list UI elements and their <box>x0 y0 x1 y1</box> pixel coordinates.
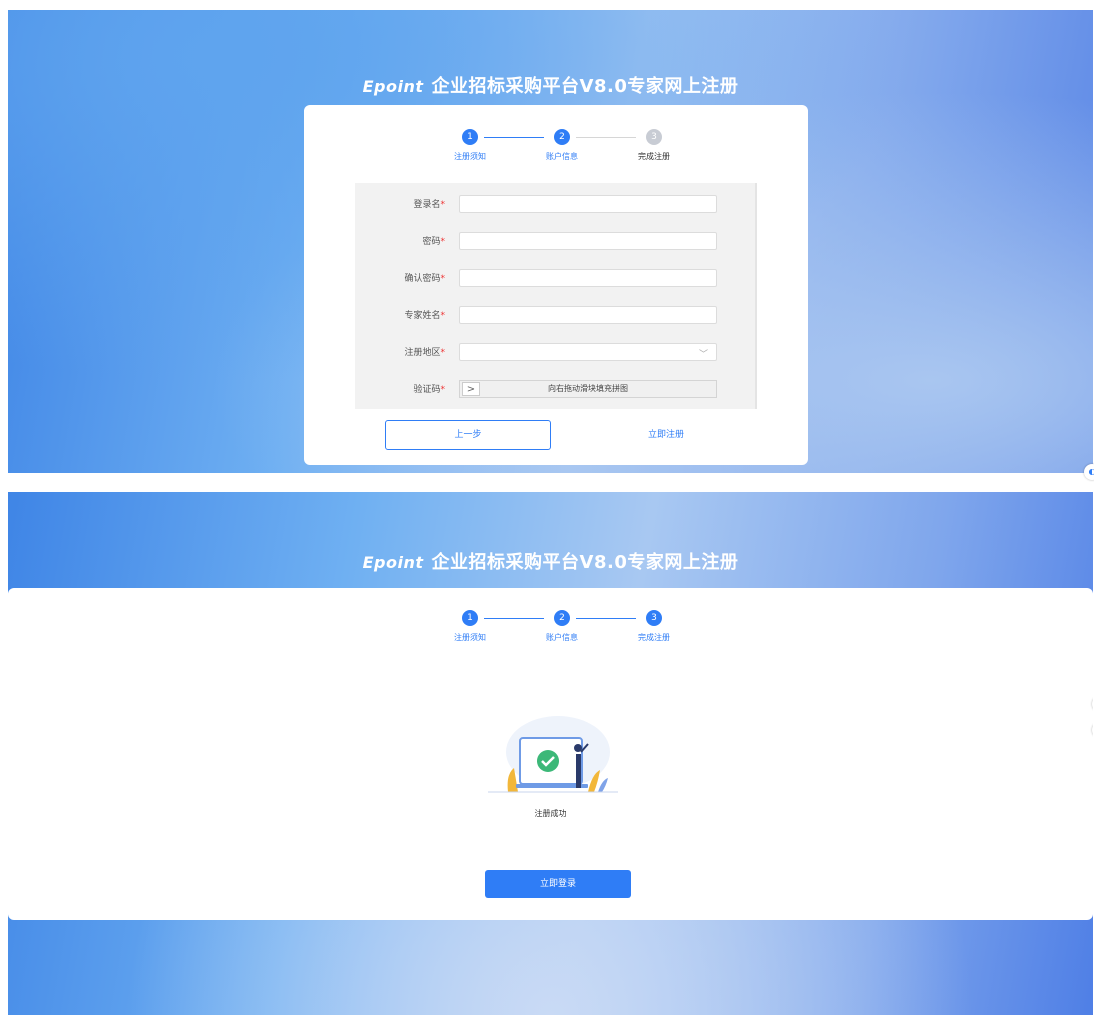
step-progress: 1 注册须知 2 账户信息 3 完成注册 <box>440 129 680 169</box>
register-now-button[interactable]: 立即注册 <box>591 420 741 450</box>
epoint-logo: Epoint <box>362 77 424 96</box>
slider-handle-icon[interactable]: > <box>462 382 480 396</box>
login-now-button[interactable]: 立即登录 <box>485 870 631 898</box>
registration-step-2-screen: Epoint 企业招标采购平台V8.0专家网上注册 1 注册须知 2 账户信息 3… <box>8 10 1093 473</box>
page-title: 企业招标采购平台V8.0专家网上注册 <box>431 552 739 573</box>
password-label: 密码* <box>422 237 445 247</box>
captcha-row: 验证码* 向右拖动滑块填充拼图 > <box>355 380 755 400</box>
success-illustration <box>488 716 618 793</box>
step-1-circle: 1 <box>462 610 478 626</box>
login-name-label: 登录名* <box>413 200 445 210</box>
confirm-password-row: 确认密码* <box>355 269 755 289</box>
step-2: 2 账户信息 <box>532 610 592 643</box>
captcha-label: 验证码* <box>413 385 445 395</box>
expert-name-input[interactable] <box>459 306 717 324</box>
step-3: 3 完成注册 <box>624 129 684 162</box>
step-1: 1 注册须知 <box>440 610 500 643</box>
page-header: Epoint 企业招标采购平台V8.0专家网上注册 <box>8 548 1093 574</box>
expert-name-row: 专家姓名* <box>355 306 755 326</box>
completion-card: 1 注册须知 2 账户信息 3 完成注册 注册成功 立即登录 <box>8 588 1093 920</box>
step-2: 2 账户信息 <box>532 129 592 162</box>
step-1-label: 注册须知 <box>454 633 486 642</box>
chevron-down-icon: ﹀ <box>698 350 708 360</box>
region-select[interactable]: ﹀ <box>459 343 717 361</box>
side-tool-icon[interactable]: ◐ <box>1084 464 1094 480</box>
login-name-row: 登录名* <box>355 195 755 215</box>
step-1-label: 注册须知 <box>454 152 486 161</box>
prev-step-button[interactable]: 上一步 <box>385 420 551 450</box>
page-header: Epoint 企业招标采购平台V8.0专家网上注册 <box>8 72 1093 98</box>
step-1-circle: 1 <box>462 129 478 145</box>
step-3-circle: 3 <box>646 129 662 145</box>
password-input[interactable] <box>459 232 717 250</box>
expert-name-label: 专家姓名* <box>404 311 445 321</box>
registration-card: 1 注册须知 2 账户信息 3 完成注册 登录名* 密码* 确认密码* 专家姓名… <box>304 105 808 465</box>
step-1: 1 注册须知 <box>440 129 500 162</box>
account-form: 登录名* 密码* 确认密码* 专家姓名* 注册地区* ﹀ 验证码* 向右拖动滑块… <box>355 183 757 409</box>
region-row: 注册地区* ﹀ <box>355 343 755 363</box>
step-3-label: 完成注册 <box>638 152 670 161</box>
step-3-circle: 3 <box>646 610 662 626</box>
registration-complete-screen: Epoint 企业招标采购平台V8.0专家网上注册 1 注册须知 2 账户信息 3… <box>8 492 1093 1015</box>
step-3: 3 完成注册 <box>624 610 684 643</box>
step-progress: 1 注册须知 2 账户信息 3 完成注册 <box>440 610 680 650</box>
step-2-label: 账户信息 <box>546 633 578 642</box>
step-2-label: 账户信息 <box>546 152 578 161</box>
step-2-circle: 2 <box>554 129 570 145</box>
step-2-circle: 2 <box>554 610 570 626</box>
epoint-logo: Epoint <box>362 553 424 572</box>
password-row: 密码* <box>355 232 755 252</box>
region-label: 注册地区* <box>404 348 445 358</box>
login-name-input[interactable] <box>459 195 717 213</box>
captcha-slider[interactable]: 向右拖动滑块填充拼图 > <box>459 380 717 398</box>
page-title: 企业招标采购平台V8.0专家网上注册 <box>431 76 739 97</box>
success-message: 注册成功 <box>534 809 567 818</box>
confirm-password-label: 确认密码* <box>404 274 445 284</box>
confirm-password-input[interactable] <box>459 269 717 287</box>
captcha-hint: 向右拖动滑块填充拼图 <box>548 384 628 393</box>
step-3-label: 完成注册 <box>638 633 670 642</box>
